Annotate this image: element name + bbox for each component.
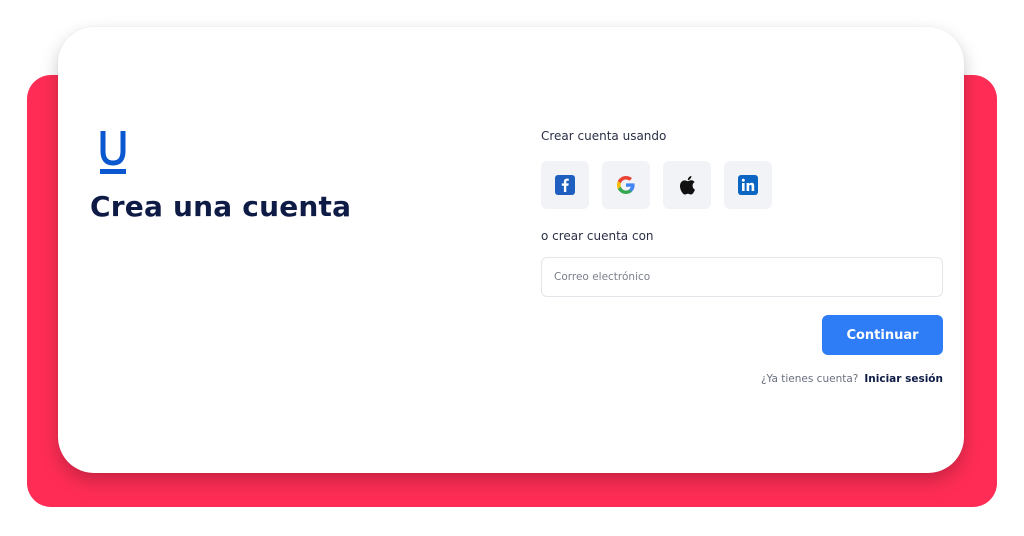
apple-button[interactable] [663,161,711,209]
continue-button[interactable]: Continuar [822,315,943,355]
google-icon [617,176,635,194]
linkedin-icon [738,175,758,195]
google-button[interactable] [602,161,650,209]
login-prompt: ¿Ya tienes cuenta? Iniciar sesión [541,373,943,385]
continue-row: Continuar [541,315,943,355]
email-section-label: o crear cuenta con [541,229,654,243]
signup-form: Crear cuenta usando o crear cuenta con C… [541,129,943,385]
page-stage: Crea una cuenta Crear cuenta usando o cr… [0,0,1024,536]
login-question: ¿Ya tienes cuenta? [760,373,859,385]
social-buttons [541,161,943,209]
email-input[interactable] [541,257,943,297]
login-link[interactable]: Iniciar sesión [864,373,943,385]
brand-logo-icon [99,129,127,177]
facebook-icon [555,175,575,195]
page-title: Crea una cuenta [90,190,352,223]
social-label: Crear cuenta usando [541,129,667,143]
apple-icon [680,176,695,195]
signup-card: Crea una cuenta Crear cuenta usando o cr… [58,27,964,473]
linkedin-button[interactable] [724,161,772,209]
facebook-button[interactable] [541,161,589,209]
